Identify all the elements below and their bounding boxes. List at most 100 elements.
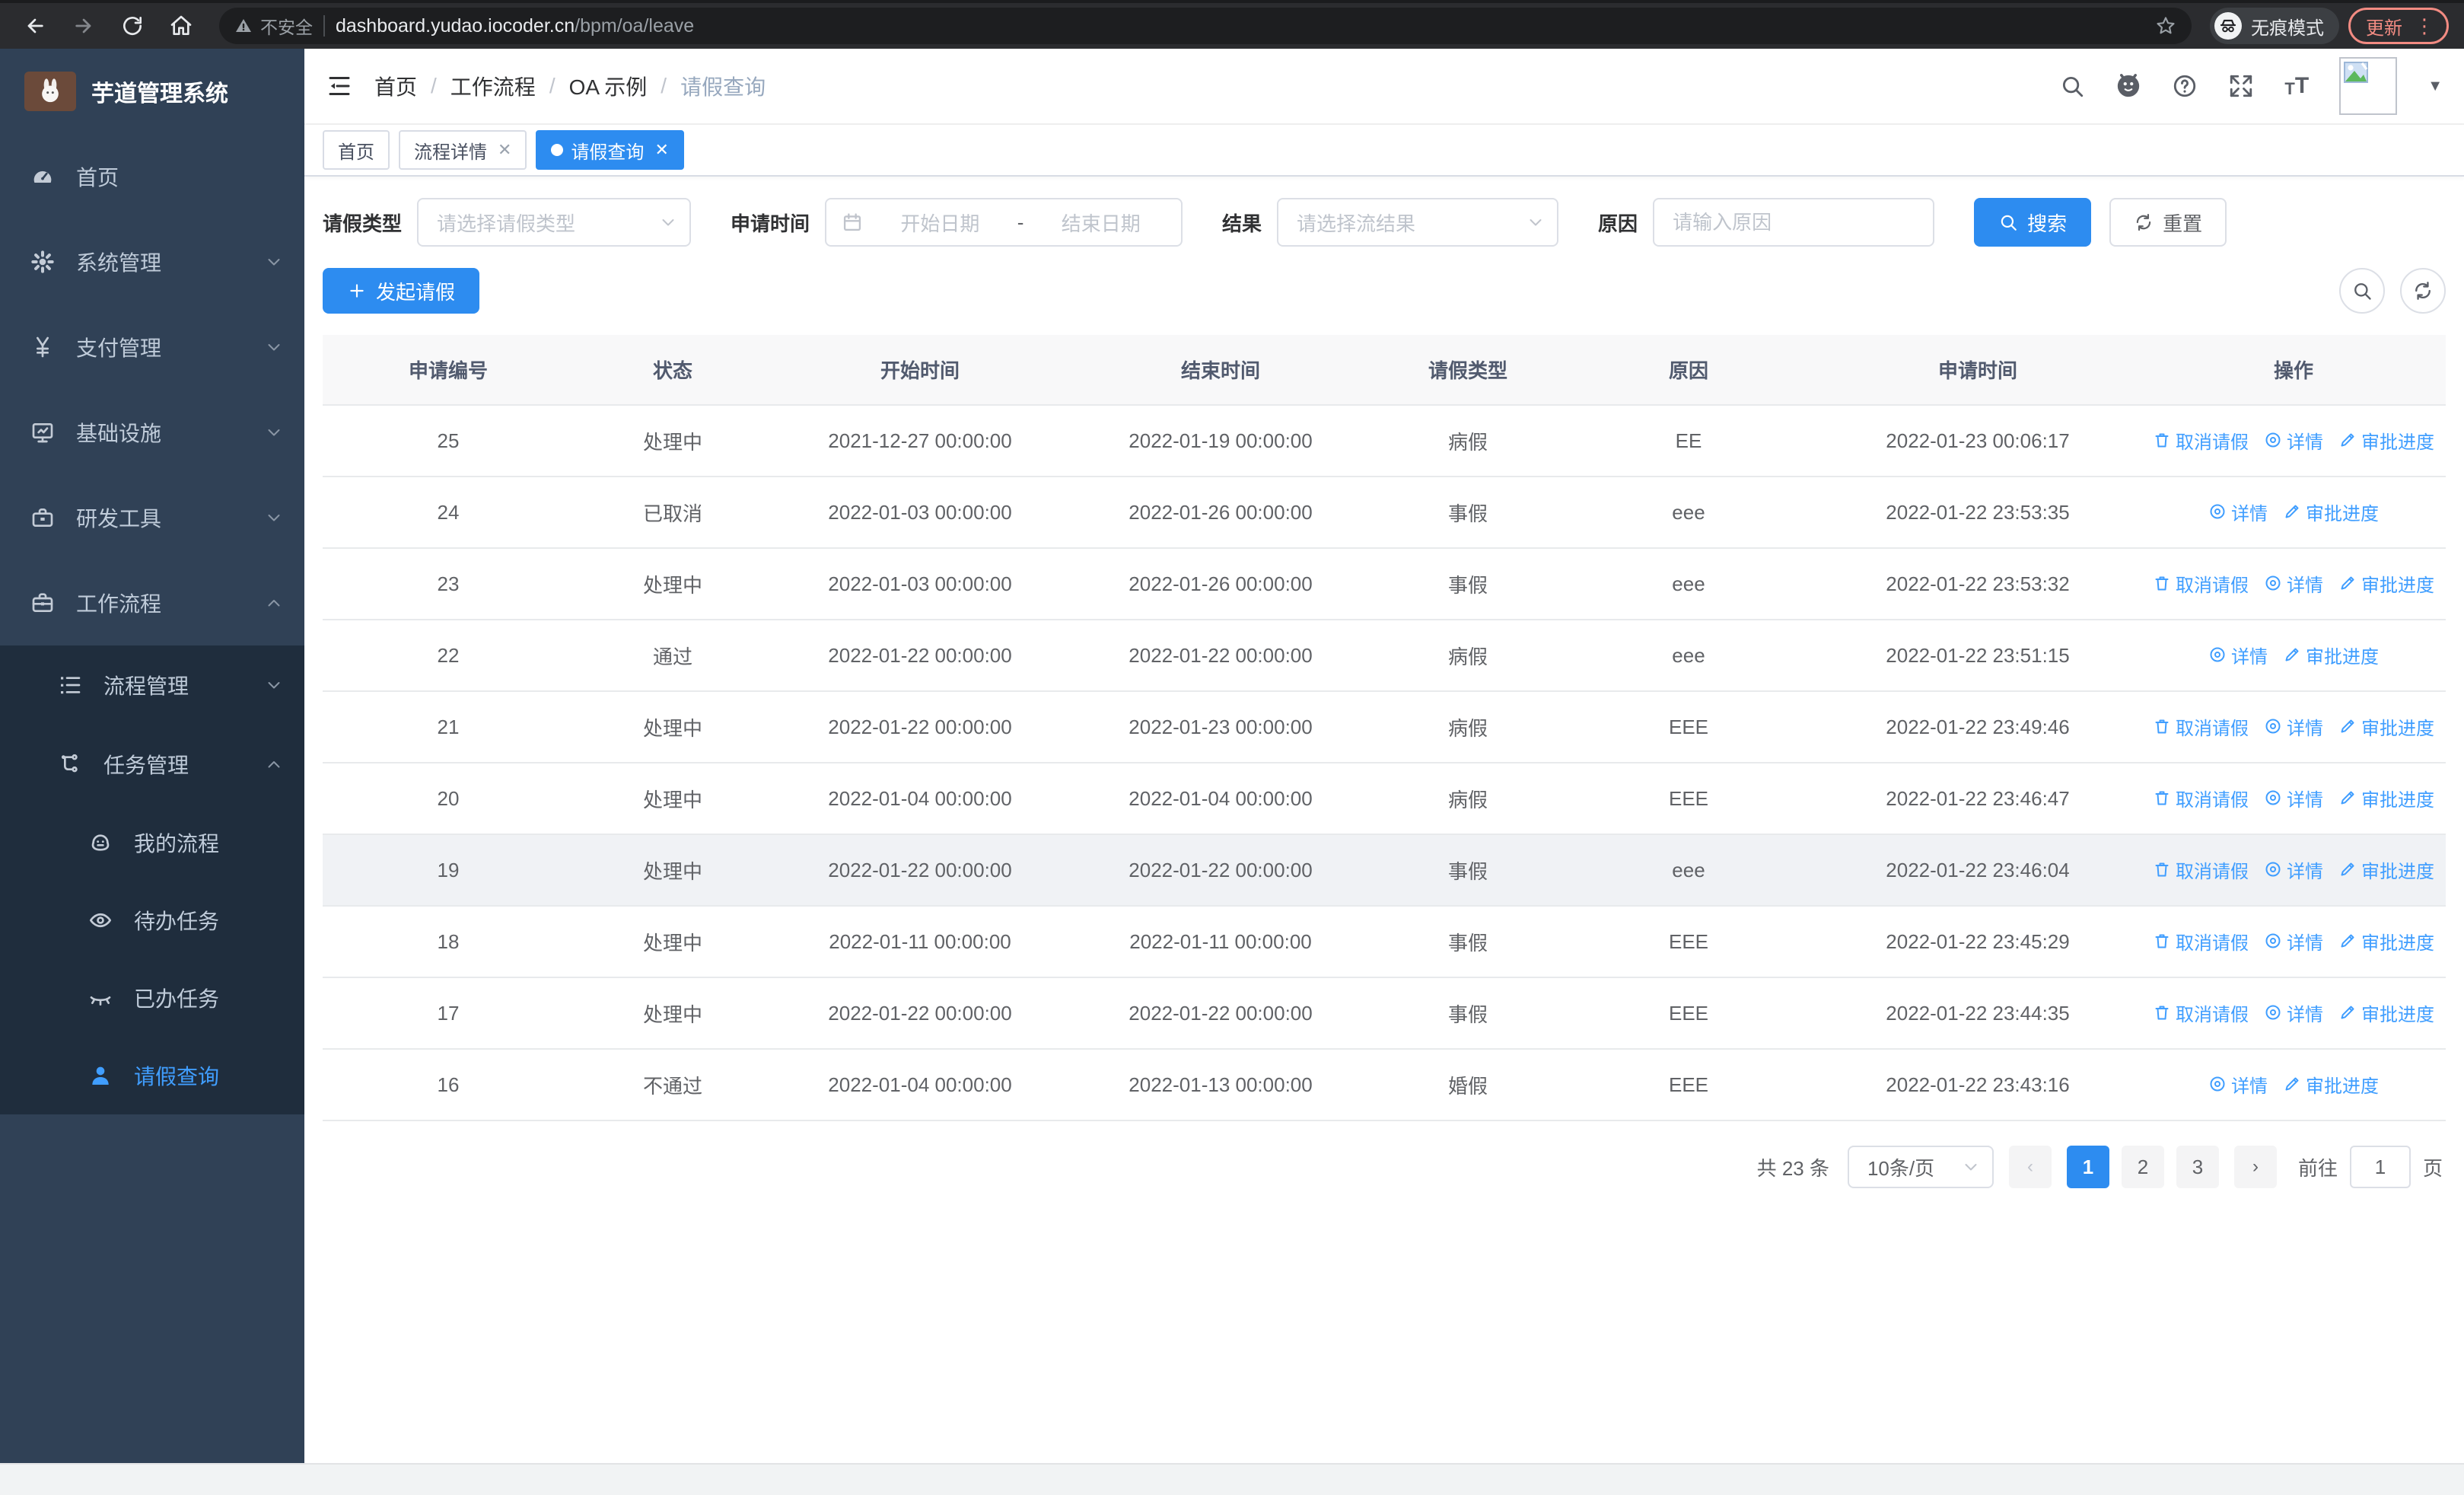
fullscreen-icon[interactable] xyxy=(2228,73,2254,99)
approval-progress-link[interactable]: 审批进度 xyxy=(2283,1071,2379,1098)
approval-progress-link[interactable]: 审批进度 xyxy=(2338,856,2434,883)
sidebar-item-dev-tools[interactable]: 研发工具 xyxy=(0,475,304,560)
detail-link[interactable]: 详情 xyxy=(2264,928,2323,955)
detail-label: 详情 xyxy=(2287,718,2323,739)
cancel-leave-label: 取消请假 xyxy=(2176,861,2249,882)
create-leave-button[interactable]: 发起请假 xyxy=(323,268,480,314)
table-row[interactable]: 20 处理中 2022-01-04 00:00:00 2022-01-04 00:00… xyxy=(323,763,2446,835)
leave-type-select[interactable]: 请选择请假类型 xyxy=(417,198,692,247)
table-row[interactable]: 25 处理中 2021-12-27 00:00:00 2022-01-19 00:00… xyxy=(323,405,2446,477)
sidebar-item-home[interactable]: 首页 xyxy=(0,134,304,219)
table-row[interactable]: 21 处理中 2022-01-22 00:00:00 2022-01-23 00:00… xyxy=(323,691,2446,763)
sidebar-item-workflow[interactable]: 工作流程 xyxy=(0,560,304,645)
result-select[interactable]: 请选择流结果 xyxy=(1277,198,1559,247)
detail-link[interactable]: 详情 xyxy=(2264,785,2323,811)
cancel-leave-link[interactable]: 取消请假 xyxy=(2153,785,2249,811)
toggle-search-button[interactable] xyxy=(2339,268,2385,314)
page-button-1[interactable]: 1 xyxy=(2066,1146,2109,1188)
avatar-caret-icon[interactable]: ▼ xyxy=(2427,78,2443,95)
sidebar-item-task-mgmt[interactable]: 任务管理 xyxy=(0,725,304,804)
breadcrumb-item[interactable]: OA 示例 xyxy=(569,71,648,101)
header-search-icon[interactable] xyxy=(2059,73,2085,99)
browser-back-button[interactable] xyxy=(15,6,55,46)
reason-input[interactable] xyxy=(1673,210,1915,234)
next-page-button[interactable]: › xyxy=(2233,1146,2277,1188)
table-row[interactable]: 16 不通过 2022-01-04 00:00:00 2022-01-13 00:00… xyxy=(323,1049,2446,1121)
detail-link[interactable]: 详情 xyxy=(2208,642,2268,668)
sidebar-item-system[interactable]: 系统管理 xyxy=(0,219,304,304)
sidebar-fold-button[interactable] xyxy=(326,72,353,100)
detail-link[interactable]: 详情 xyxy=(2208,499,2268,525)
browser-forward-button[interactable] xyxy=(64,6,103,46)
bookmark-star-icon[interactable] xyxy=(2155,15,2176,37)
browser-reload-button[interactable] xyxy=(113,6,152,46)
help-icon[interactable] xyxy=(2172,73,2198,99)
cell-type: 事假 xyxy=(1373,977,1563,1050)
approval-progress-link[interactable]: 审批进度 xyxy=(2338,785,2434,811)
tab-leave-query[interactable]: 请假查询 ✕ xyxy=(536,130,684,170)
tab-process-detail[interactable]: 流程详情 ✕ xyxy=(399,130,527,170)
reset-button[interactable]: 重置 xyxy=(2109,198,2227,247)
detail-link[interactable]: 详情 xyxy=(2264,427,2323,454)
browser-home-button[interactable] xyxy=(161,6,201,46)
approval-progress-link[interactable]: 审批进度 xyxy=(2338,928,2434,955)
detail-link[interactable]: 详情 xyxy=(2208,1071,2268,1098)
prev-page-button[interactable]: ‹ xyxy=(2008,1146,2052,1188)
detail-link[interactable]: 详情 xyxy=(2264,856,2323,883)
font-size-icon[interactable]: TT xyxy=(2284,75,2309,97)
apply-time-range-picker[interactable]: 开始日期 - 结束日期 xyxy=(825,198,1183,247)
chevron-down-icon xyxy=(265,508,283,527)
goto-page-input[interactable] xyxy=(2349,1146,2411,1188)
approval-progress-link[interactable]: 审批进度 xyxy=(2283,642,2379,668)
cancel-leave-link[interactable]: 取消请假 xyxy=(2153,427,2249,454)
table-row[interactable]: 19 处理中 2022-01-22 00:00:00 2022-01-22 00:00… xyxy=(323,834,2446,907)
approval-progress-link[interactable]: 审批进度 xyxy=(2283,499,2379,525)
avatar[interactable] xyxy=(2339,57,2398,115)
detail-link[interactable]: 详情 xyxy=(2264,713,2323,740)
sidebar-item-my-process[interactable]: 我的流程 xyxy=(0,804,304,881)
breadcrumb-item[interactable]: 首页 xyxy=(374,71,417,101)
close-icon[interactable]: ✕ xyxy=(498,140,511,160)
approval-progress-link[interactable]: 审批进度 xyxy=(2338,999,2434,1026)
cell-actions: 取消请假 详情 审批进度 xyxy=(2141,548,2446,620)
cancel-leave-link[interactable]: 取消请假 xyxy=(2153,928,2249,955)
cancel-leave-link[interactable]: 取消请假 xyxy=(2153,999,2249,1026)
page-size-select[interactable]: 10条/页 xyxy=(1847,1146,1994,1188)
sidebar-logo[interactable]: 芋道管理系统 xyxy=(0,49,304,134)
approval-progress-link[interactable]: 审批进度 xyxy=(2338,427,2434,454)
page-button-3[interactable]: 3 xyxy=(2176,1146,2219,1188)
breadcrumb-item[interactable]: 工作流程 xyxy=(450,71,536,101)
table-row[interactable]: 18 处理中 2022-01-11 00:00:00 2022-01-11 00:00… xyxy=(323,906,2446,978)
cancel-leave-link[interactable]: 取消请假 xyxy=(2153,713,2249,740)
table-row[interactable]: 22 通过 2022-01-22 00:00:00 2022-01-22 00:00:… xyxy=(323,620,2446,692)
cell-type: 事假 xyxy=(1373,548,1563,620)
detail-link[interactable]: 详情 xyxy=(2264,570,2323,597)
security-status[interactable]: 不安全 xyxy=(234,13,313,39)
sidebar-item-leave-query[interactable]: 请假查询 xyxy=(0,1037,304,1114)
approval-progress-link[interactable]: 审批进度 xyxy=(2338,713,2434,740)
approval-progress-link[interactable]: 审批进度 xyxy=(2338,570,2434,597)
address-bar[interactable]: 不安全 dashboard.yudao.iocoder.cn/bpm/oa/le… xyxy=(219,8,2192,44)
table-row[interactable]: 24 已取消 2022-01-03 00:00:00 2022-01-26 00:00… xyxy=(323,477,2446,549)
search-button[interactable]: 搜索 xyxy=(1974,198,2092,247)
table-row[interactable]: 23 处理中 2022-01-03 00:00:00 2022-01-26 00:00… xyxy=(323,548,2446,620)
page-button-2[interactable]: 2 xyxy=(2121,1146,2164,1188)
close-icon[interactable]: ✕ xyxy=(654,140,668,160)
cancel-leave-link[interactable]: 取消请假 xyxy=(2153,856,2249,883)
cell-status: 处理中 xyxy=(574,763,772,835)
sidebar-item-done-tasks[interactable]: 已办任务 xyxy=(0,959,304,1037)
sidebar-item-payment[interactable]: 支付管理 xyxy=(0,304,304,390)
table-row[interactable]: 17 处理中 2022-01-22 00:00:00 2022-01-22 00:00… xyxy=(323,977,2446,1050)
browser-update-menu[interactable]: 更新 ⋮ xyxy=(2348,8,2449,44)
detail-link[interactable]: 详情 xyxy=(2264,999,2323,1026)
sidebar-item-todo-tasks[interactable]: 待办任务 xyxy=(0,881,304,959)
sidebar-item-infra[interactable]: 基础设施 xyxy=(0,390,304,475)
github-icon[interactable] xyxy=(2115,73,2141,99)
tab-home[interactable]: 首页 xyxy=(323,130,390,170)
cell-id: 17 xyxy=(323,977,574,1050)
sidebar-item-process-mgmt[interactable]: 流程管理 xyxy=(0,645,304,725)
kebab-menu-icon[interactable]: ⋮ xyxy=(2415,14,2434,38)
cancel-leave-link[interactable]: 取消请假 xyxy=(2153,570,2249,597)
refresh-table-button[interactable] xyxy=(2400,268,2446,314)
scrollbar-track[interactable] xyxy=(0,1463,2464,1495)
